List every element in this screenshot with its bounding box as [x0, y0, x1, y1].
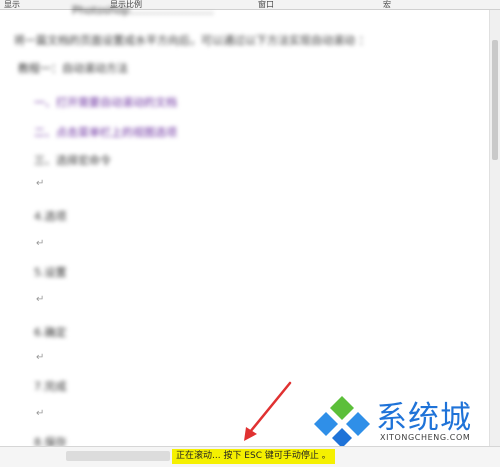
horizontal-scrollbar[interactable]: [66, 451, 170, 461]
watermark-url: XITONGCHENG.COM: [380, 433, 471, 442]
diamond-logo-icon: [314, 396, 370, 448]
watermark-name: 系统城: [376, 400, 472, 436]
watermark-logo: 系统城 XITONGCHENG.COM: [306, 390, 496, 448]
autoscroll-status-message: 正在滚动... 按下 ESC 键可手动停止 。: [172, 449, 335, 464]
status-bar: 正在滚动... 按下 ESC 键可手动停止 。: [0, 446, 500, 467]
